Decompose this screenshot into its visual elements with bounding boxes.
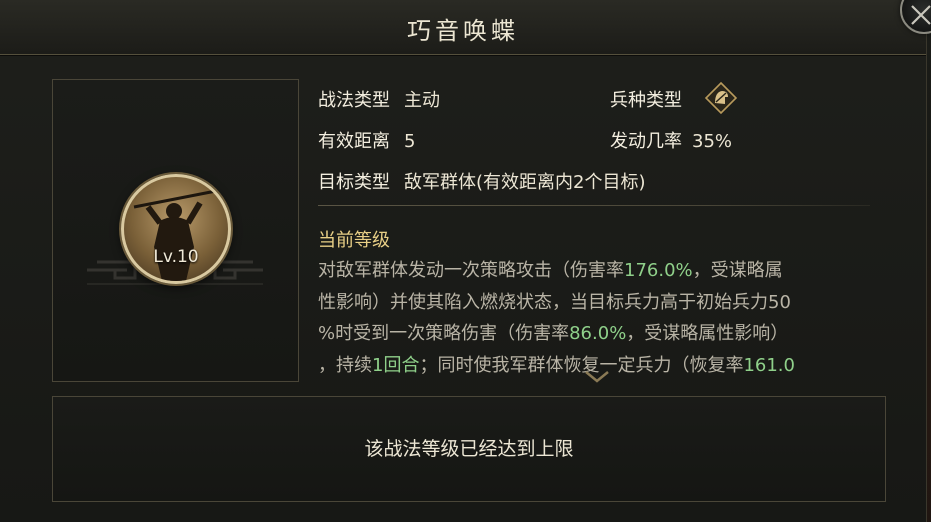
portrait-frame: Lv.10 <box>52 79 299 382</box>
description-text: %时受到一次策略伤害（伤害率 <box>318 323 570 344</box>
description-text: ，持续 <box>318 354 372 376</box>
general-avatar: Lv.10 <box>121 174 231 284</box>
description-line: %时受到一次策略伤害（伤害率86.0%，受谋略属性影响） <box>318 318 880 350</box>
heal-rate-value: 161.0 <box>743 354 795 376</box>
range-label: 有效距离 <box>318 131 390 152</box>
description-text: ；同时使我军群体恢复一定兵力（恢复率 <box>419 354 744 376</box>
range-row: 有效距离 5 <box>318 127 415 153</box>
target-label: 目标类型 <box>318 172 390 193</box>
troop-type-row: 兵种类型 <box>610 81 738 115</box>
target-row: 目标类型 敌军群体(有效距离内2个目标) <box>318 168 646 194</box>
chance-value: 35% <box>692 131 733 152</box>
section-divider <box>318 205 870 206</box>
title-bar: 巧音唤蝶 <box>0 0 926 55</box>
description-line: 对敌军群体发动一次策略攻击（伤害率176.0%，受谋略属 <box>318 255 880 287</box>
upgrade-status-box: 该战法等级已经达到上限 <box>52 396 886 502</box>
tactic-description[interactable]: 对敌军群体发动一次策略攻击（伤害率176.0%，受谋略属 性影响）并使其陷入燃烧… <box>318 255 880 381</box>
chance-label: 发动几率 <box>610 131 682 152</box>
description-text: 性影响）并使其陷入燃烧状态，当目标兵力高于初始兵力50 <box>318 291 791 313</box>
tactic-type-label: 战法类型 <box>318 90 390 111</box>
range-value: 5 <box>404 131 416 152</box>
target-value: 敌军群体(有效距离内2个目标) <box>404 172 646 193</box>
description-text: 对敌军群体发动一次策略攻击（伤害率 <box>318 260 624 281</box>
tactic-type-value: 主动 <box>404 90 440 111</box>
current-level-heading: 当前等级 <box>318 230 390 251</box>
max-level-message: 该战法等级已经达到上限 <box>364 438 574 460</box>
chance-row: 发动几率 35% <box>610 127 732 153</box>
close-icon <box>911 5 931 25</box>
tactic-panel: 巧音唤蝶 Lv.10 战法类型 主动 兵种类型 有效距离 5 发动几率 35% … <box>0 0 931 522</box>
damage-rate-value: 176.0% <box>624 260 693 281</box>
cavalry-helmet-icon[interactable] <box>704 81 738 115</box>
level-label: Lv.10 <box>153 247 199 267</box>
burn-damage-rate-value: 86.0% <box>569 323 627 344</box>
troop-type-label: 兵种类型 <box>610 90 682 111</box>
description-line: 性影响）并使其陷入燃烧状态，当目标兵力高于初始兵力50 <box>318 287 880 319</box>
duration-value: 1回合 <box>372 354 420 376</box>
description-text: ，受谋略属 <box>692 260 783 281</box>
scroll-down-chevron-icon[interactable] <box>584 370 610 384</box>
panel-title: 巧音唤蝶 <box>407 17 519 45</box>
description-text: ，受谋略属性影响） <box>626 323 789 344</box>
tactic-type-row: 战法类型 主动 <box>318 86 440 112</box>
